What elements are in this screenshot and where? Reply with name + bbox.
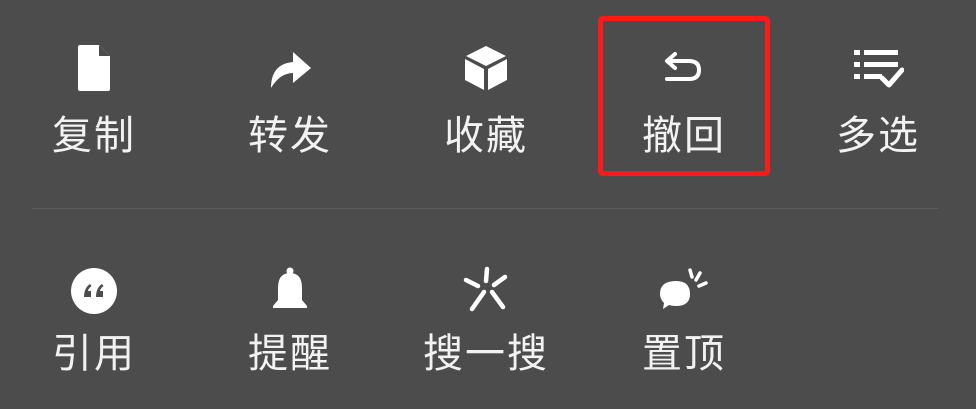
- menu-divider: [32, 208, 938, 209]
- multi-select-list-icon: [850, 40, 906, 96]
- message-context-menu: 复制 转发 收藏 撤回 多选 引用 提醒 搜一搜 置顶: [0, 0, 976, 409]
- search-label: 搜一搜: [423, 331, 549, 377]
- remind-label: 提醒: [248, 331, 332, 377]
- copy-label: 复制: [52, 113, 136, 159]
- multi-select-label: 多选: [836, 113, 920, 159]
- search-sparkle-icon: [458, 263, 514, 319]
- forward-arrow-icon: [262, 40, 318, 96]
- pin-top-bubble-icon: [656, 263, 712, 319]
- remind-button[interactable]: 提醒: [200, 215, 380, 395]
- search-button[interactable]: 搜一搜: [396, 215, 576, 395]
- menu-row-secondary: 引用 提醒 搜一搜 置顶: [0, 215, 976, 395]
- quote-label: 引用: [52, 331, 136, 377]
- bell-icon: [262, 263, 318, 319]
- cube-icon: [458, 40, 514, 96]
- highlight-box: [598, 16, 770, 176]
- copy-button[interactable]: 复制: [4, 0, 184, 180]
- multi-select-button[interactable]: 多选: [788, 0, 968, 180]
- forward-label: 转发: [248, 113, 332, 159]
- forward-button[interactable]: 转发: [200, 0, 380, 180]
- document-icon: [66, 40, 122, 96]
- favorite-button[interactable]: 收藏: [396, 0, 576, 180]
- quote-icon: [66, 263, 122, 319]
- quote-button[interactable]: 引用: [4, 215, 184, 395]
- favorite-label: 收藏: [444, 113, 528, 159]
- pin-top-label: 置顶: [642, 331, 726, 377]
- pin-top-button[interactable]: 置顶: [594, 215, 774, 395]
- menu-row-primary: 复制 转发 收藏 撤回 多选: [0, 0, 976, 180]
